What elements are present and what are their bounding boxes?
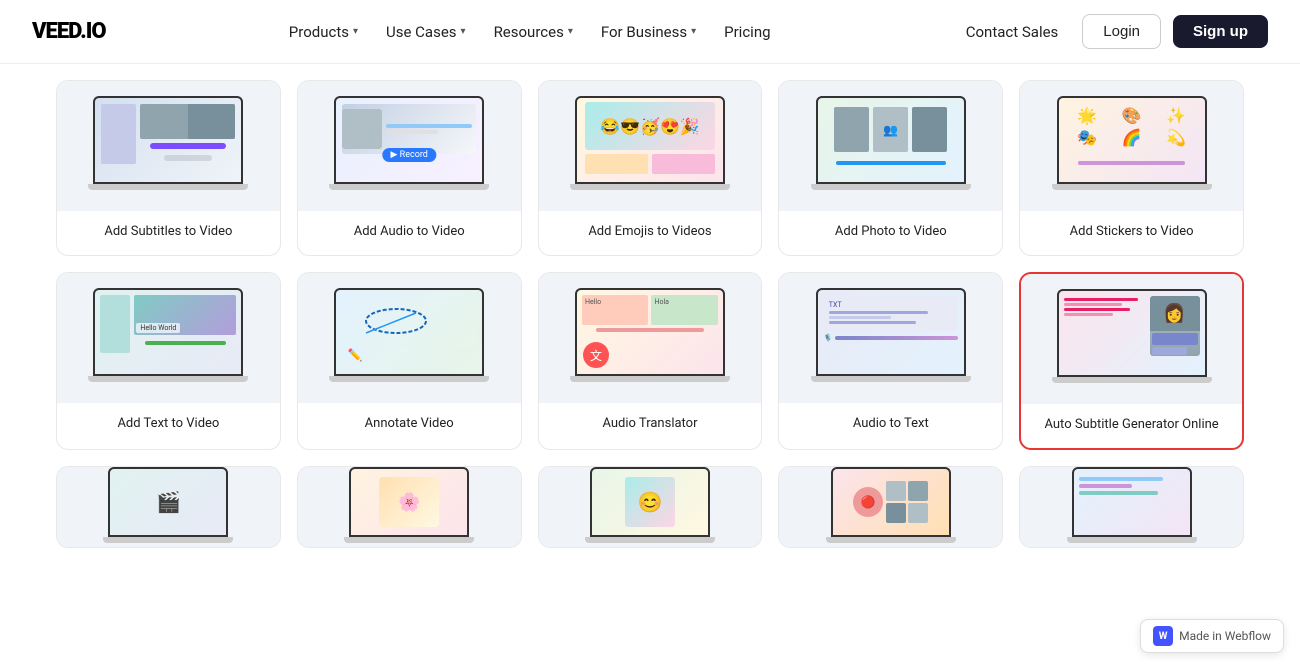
card-image: 🎬 — [57, 467, 280, 547]
card-add-audio[interactable]: ▶ Record Add Audio to Video — [297, 80, 522, 256]
card-label: Auto Subtitle Generator Online — [1036, 404, 1226, 448]
chevron-down-icon: ▾ — [691, 26, 696, 37]
nav-for-business[interactable]: For Business ▾ — [589, 15, 708, 49]
webflow-logo: W — [1153, 626, 1173, 646]
webflow-label: Made in Webflow — [1179, 629, 1271, 643]
card-grid-row1: Add Subtitles to Video — [56, 80, 1244, 256]
card-image: 👥 — [779, 81, 1002, 211]
card-label: Add Stickers to Video — [1062, 211, 1202, 255]
card-image: 🌸 — [298, 467, 521, 547]
card-image: Hello World — [57, 273, 280, 403]
card-label: Annotate Video — [357, 403, 462, 447]
chevron-down-icon: ▾ — [353, 26, 358, 37]
nav-products[interactable]: Products ▾ — [277, 15, 370, 49]
card-label: Add Emojis to Videos — [580, 211, 719, 255]
main-nav: Products ▾ Use Cases ▾ Resources ▾ For B… — [277, 15, 783, 49]
card-image — [57, 81, 280, 211]
card-label: Add Photo to Video — [827, 211, 955, 255]
header: VEED.IO Products ▾ Use Cases ▾ Resources… — [0, 0, 1300, 64]
card-add-subtitles[interactable]: Add Subtitles to Video — [56, 80, 281, 256]
card-audio-translator[interactable]: Hello Hola 文 Audio Translator — [538, 272, 763, 450]
card-partial-3[interactable]: 😊 — [538, 466, 763, 548]
card-image: 🌟 🎨 ✨ 🎭 🌈 💫 — [1020, 81, 1243, 211]
card-label: Audio to Text — [845, 403, 937, 447]
audio-badge: ▶ Record — [383, 148, 436, 162]
chevron-down-icon: ▾ — [461, 26, 466, 37]
translate-icon: 文 — [583, 342, 609, 368]
webflow-badge[interactable]: W Made in Webflow — [1140, 619, 1284, 653]
card-image: 😂😎🥳😍🎉 — [539, 81, 762, 211]
card-label: Audio Translator — [594, 403, 705, 447]
card-image: 😊 — [539, 467, 762, 547]
card-add-stickers[interactable]: 🌟 🎨 ✨ 🎭 🌈 💫 Add Stickers to — [1019, 80, 1244, 256]
card-partial-5[interactable] — [1019, 466, 1244, 548]
card-image: ✏️ — [298, 273, 521, 403]
card-label: Add Audio to Video — [346, 211, 473, 255]
header-right: Contact Sales Login Sign up — [954, 14, 1268, 49]
signup-button[interactable]: Sign up — [1173, 15, 1268, 48]
nav-pricing[interactable]: Pricing — [712, 15, 782, 49]
card-audio-to-text[interactable]: TXT 🎙️ — [778, 272, 1003, 450]
main-content: Add Subtitles to Video — [0, 64, 1300, 669]
card-annotate-video[interactable]: ✏️ Annotate Video — [297, 272, 522, 450]
card-image: ▶ Record — [298, 81, 521, 211]
card-image: TXT 🎙️ — [779, 273, 1002, 403]
contact-sales-link[interactable]: Contact Sales — [954, 15, 1071, 49]
card-grid-row3: 🎬 🌸 — [56, 466, 1244, 548]
nav-resources[interactable]: Resources ▾ — [482, 15, 585, 49]
pencil-icon: ✏️ — [344, 344, 366, 366]
chevron-down-icon: ▾ — [568, 26, 573, 37]
card-partial-2[interactable]: 🌸 — [297, 466, 522, 548]
card-grid-row2: Hello World Add Text to Video — [56, 272, 1244, 450]
card-auto-subtitle[interactable]: 👩 Auto Subtitle Generator Online — [1019, 272, 1244, 450]
card-add-photo[interactable]: 👥 Add Photo to Video — [778, 80, 1003, 256]
nav-use-cases[interactable]: Use Cases ▾ — [374, 15, 478, 49]
card-image: Hello Hola 文 — [539, 273, 762, 403]
login-button[interactable]: Login — [1082, 14, 1161, 49]
card-partial-1[interactable]: 🎬 — [56, 466, 281, 548]
card-label: Add Subtitles to Video — [96, 211, 240, 255]
card-image: 🔴 — [779, 467, 1002, 547]
card-label: Add Text to Video — [109, 403, 227, 447]
card-add-emojis[interactable]: 😂😎🥳😍🎉 Add Emojis to Videos — [538, 80, 763, 256]
card-partial-4[interactable]: 🔴 — [778, 466, 1003, 548]
logo[interactable]: VEED.IO — [32, 19, 106, 44]
card-image — [1020, 467, 1243, 547]
card-add-text[interactable]: Hello World Add Text to Video — [56, 272, 281, 450]
card-image: 👩 — [1021, 274, 1242, 404]
